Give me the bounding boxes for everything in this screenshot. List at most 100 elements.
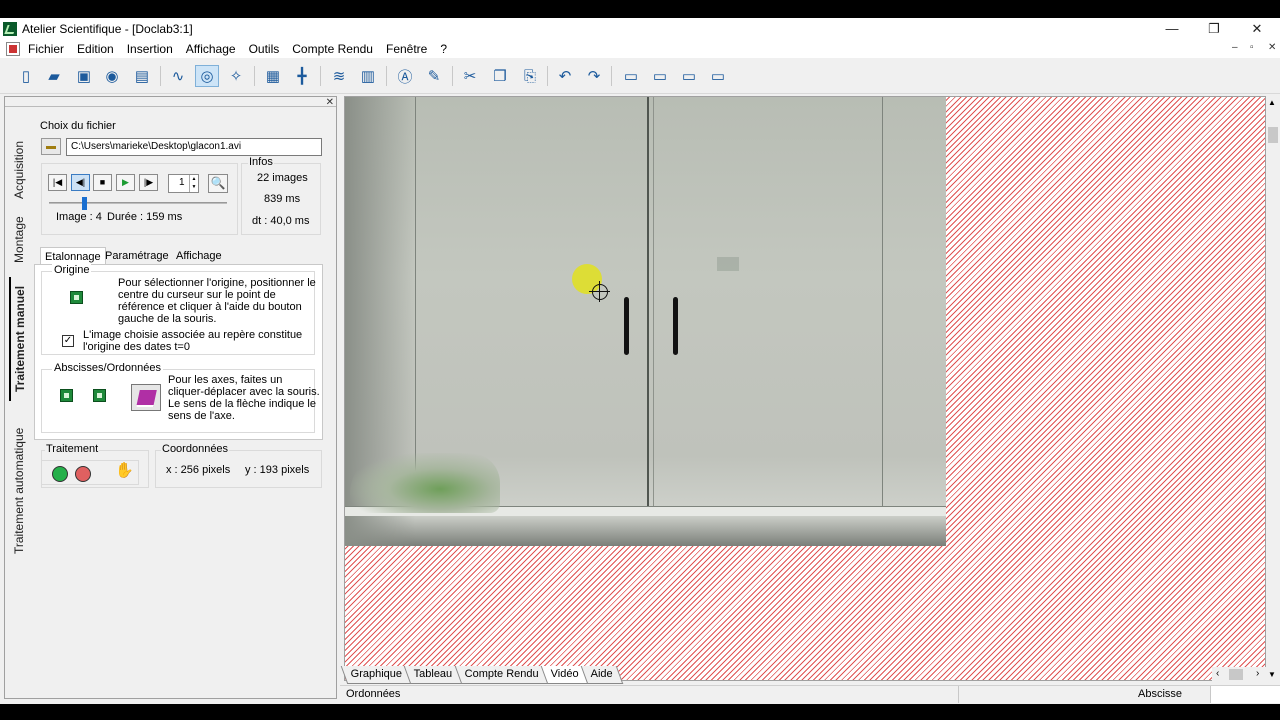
tab-traitement-manuel[interactable]: Traitement manuel [9,277,29,401]
stop-button[interactable] [75,466,91,482]
infos-label: Infos [248,156,274,168]
tab-montage[interactable]: Montage [9,215,29,265]
toolbar-separator [452,66,453,86]
scroll-right-icon[interactable]: › [1256,668,1259,679]
menu-affichage[interactable]: Affichage [186,42,236,56]
video-workspace[interactable] [344,96,1266,681]
axes-icon[interactable]: ╋ [290,65,314,87]
play-icon[interactable]: ▶ [116,174,135,191]
ordinate-axis-icon[interactable] [93,389,106,402]
horizontal-scrollbar[interactable]: ‹ › [1212,667,1266,682]
scroll-up-icon[interactable]: ▲ [1268,98,1276,107]
hand-with-object [350,453,500,513]
document-icon[interactable] [6,42,20,56]
first-frame-icon[interactable]: |◀ [48,174,67,191]
horizontal-scroll-thumb[interactable] [1229,669,1243,680]
menu-outils[interactable]: Outils [249,42,280,56]
tab-etalonnage[interactable]: Etalonnage [40,247,106,265]
window4-icon[interactable]: ▭ [706,65,730,87]
minimize-button[interactable]: — [1162,20,1182,38]
maximize-button[interactable]: ❐ [1204,20,1224,38]
window3-icon[interactable]: ▭ [677,65,701,87]
tab-traitement-automatique[interactable]: Traitement automatique [9,423,29,559]
hand-icon[interactable]: ✋ [115,461,134,479]
checkbox-line-2: l'origine des dates t=0 [83,341,190,353]
menu-insertion[interactable]: Insertion [127,42,173,56]
app-logo-icon [3,22,17,36]
model-icon[interactable]: ✧ [224,65,248,87]
window-title: Atelier Scientifique - [Doclab3:1] [22,22,193,36]
frame-slider[interactable] [49,197,227,210]
status-divider [958,686,959,703]
tools-icon[interactable]: ✎ [422,65,446,87]
tab-affichage[interactable]: Affichage [172,247,226,265]
paste-icon[interactable]: ⎘ [518,65,542,87]
traitement-label: Traitement [45,443,100,455]
tab-tableau-label: Tableau [414,668,453,680]
mdi-close-button[interactable]: ✕ [1268,42,1276,53]
scroll-down-icon[interactable]: ▼ [1268,670,1276,679]
file-path-field[interactable]: C:\Users\marieke\Desktop\glacon1.avi [66,138,322,156]
cabinet-handle-left [624,297,629,355]
text-icon[interactable]: Ⓐ [393,65,417,87]
vertical-scroll-thumb[interactable] [1268,127,1278,143]
scroll-left-icon[interactable]: ‹ [1216,668,1219,679]
window2-icon[interactable]: ▭ [648,65,672,87]
table-icon[interactable]: ▦ [261,65,285,87]
prev-frame-icon[interactable]: ◀| [71,174,90,191]
data-icon[interactable]: ≋ [327,65,351,87]
toolbar-separator [386,66,387,86]
print-icon[interactable]: ▤ [130,65,154,87]
video-frame[interactable] [345,97,946,546]
mdi-restore-button[interactable]: ▫ [1250,42,1254,53]
cut-icon[interactable]: ✂ [458,65,482,87]
tab-acquisition[interactable]: Acquisition [9,137,29,203]
left-panel: ✕ Acquisition Montage Traitement manuel … [4,96,337,699]
mdi-minimize-button[interactable]: – [1232,42,1238,53]
window1-icon[interactable]: ▭ [619,65,643,87]
infos-duration: 839 ms [264,193,301,205]
redo-icon[interactable]: ↷ [582,65,606,87]
folder-open-icon[interactable]: ▬ [41,138,61,155]
curve-icon[interactable]: ∿ [166,65,190,87]
export-icon[interactable]: ◉ [100,65,124,87]
close-button[interactable]: ✕ [1247,20,1267,38]
menu-fenetre[interactable]: Fenêtre [386,42,427,56]
list-icon[interactable]: ▥ [356,65,380,87]
origin-date-checkbox[interactable]: ✓ [62,335,74,347]
slider-thumb[interactable] [82,197,87,210]
abscissa-axis-icon[interactable] [60,389,73,402]
frame-stepper[interactable]: 1 ▲ ▼ [168,174,199,193]
vertical-scrollbar[interactable]: ▲ ▼ [1266,96,1280,681]
menu-compte-rendu[interactable]: Compte Rendu [292,42,373,56]
start-button[interactable] [52,466,68,482]
video-icon[interactable]: ◎ [195,65,219,87]
tab-compte-rendu[interactable]: Compte Rendu [454,666,550,684]
menu-help[interactable]: ? [440,42,447,56]
checkbox-line-1: L'image choisie associée au repère const… [83,329,303,341]
tab-aide-label: Aide [590,668,613,680]
tab-graphique[interactable]: Graphique [340,666,413,684]
undo-icon[interactable]: ↶ [553,65,577,87]
origin-select-icon[interactable] [70,291,83,304]
copy-icon[interactable]: ❐ [488,65,512,87]
help-book-icon[interactable] [131,384,161,411]
menu-fichier[interactable]: Fichier [28,42,64,56]
tab-tableau[interactable]: Tableau [404,666,464,684]
image-index: Image : 4 [56,211,102,223]
stop-icon[interactable]: ■ [93,174,112,191]
menu-items: Fichier Edition Insertion Affichage Outi… [28,42,460,56]
tab-parametrage[interactable]: Paramétrage [101,247,173,265]
save-icon[interactable]: ▣ [72,65,96,87]
tab-compte-rendu-label: Compte Rendu [464,668,539,680]
open-icon[interactable]: ▰ [42,65,66,87]
spinner-arrows-icon[interactable]: ▲ ▼ [189,175,198,192]
menu-edition[interactable]: Edition [77,42,114,56]
next-frame-icon[interactable]: |▶ [139,174,158,191]
tab-aide[interactable]: Aide [580,666,624,684]
cabinet-edge [415,97,416,507]
zoom-icon[interactable]: 🔍 [208,174,228,193]
status-abscisse: Abscisse [1138,688,1183,700]
status-bar: Ordonnées Abscisse [340,685,1280,703]
new-icon[interactable]: ▯ [14,65,38,87]
